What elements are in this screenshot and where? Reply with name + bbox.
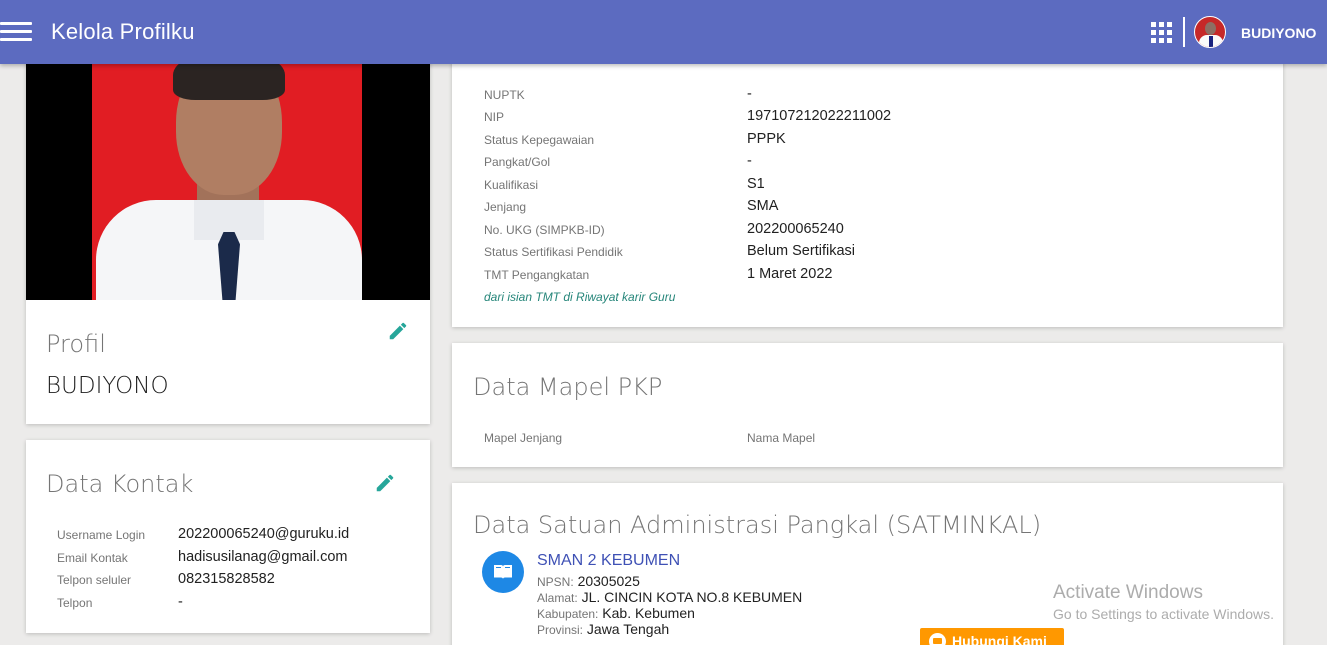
activate-windows-watermark: Activate Windows	[1053, 582, 1203, 603]
mapel-column-nama: Nama Mapel	[747, 431, 816, 445]
label-tmt: TMT Pengangkatan	[484, 268, 590, 282]
apps-grid-icon[interactable]	[1151, 22, 1172, 43]
value-no-ukg: 202200065240	[747, 221, 844, 237]
mapel-section-title: Data Mapel PKP	[473, 373, 663, 401]
label-kualifikasi: Kualifikasi	[484, 178, 539, 192]
top-app-bar: Kelola Profilku BUDIYONO	[0, 0, 1327, 64]
value-status-kepegawaian: PPPK	[747, 131, 786, 147]
edit-profile-icon[interactable]	[387, 320, 409, 342]
mapel-card: Data Mapel PKP Mapel Jenjang Nama Mapel	[452, 343, 1283, 467]
value-sertifikasi: Belum Sertifikasi	[747, 243, 855, 259]
value-jenjang: SMA	[747, 198, 779, 214]
contact-value-phone: -	[178, 594, 183, 610]
school-regency: Kabupaten: Kab. Kebumen	[537, 605, 695, 621]
school-name-link[interactable]: SMAN 2 KEBUMEN	[537, 552, 680, 570]
label-jenjang: Jenjang	[484, 200, 527, 214]
value-nip: 197107212022211002	[747, 108, 892, 124]
avatar[interactable]	[1194, 16, 1226, 48]
contact-value-email: hadisusilanag@gmail.com	[178, 549, 348, 565]
profile-section-title: Profil	[46, 330, 106, 358]
label-pangkat: Pangkat/Gol	[484, 155, 551, 169]
school-province: Provinsi: Jawa Tengah	[537, 621, 670, 637]
contact-card: Data Kontak Username Login 202200065240@…	[26, 440, 430, 633]
label-nuptk: NUPTK	[484, 88, 525, 102]
contact-value-mobile: 082315828582	[178, 571, 275, 587]
value-pangkat: -	[747, 153, 752, 169]
school-npsn: NPSN: 20305025	[537, 573, 640, 589]
value-kualifikasi: S1	[747, 176, 765, 192]
profile-name: BUDIYONO	[46, 373, 169, 399]
username-label[interactable]: BUDIYONO	[1241, 25, 1316, 41]
book-icon	[482, 551, 524, 593]
contact-label-email: Email Kontak	[57, 551, 128, 565]
label-status-kepegawaian: Status Kepegawaian	[484, 133, 595, 147]
contact-us-label: Hubungi Kami	[952, 633, 1047, 645]
school-address: Alamat: JL. CINCIN KOTA NO.8 KEBUMEN	[537, 589, 803, 605]
label-no-ukg: No. UKG (SIMPKB-ID)	[484, 223, 605, 237]
satminkal-section-title: Data Satuan Administrasi Pangkal (SATMIN…	[473, 511, 1042, 539]
hamburger-menu-icon[interactable]	[0, 20, 32, 44]
mail-icon	[929, 633, 946, 645]
contact-label-mobile: Telpon seluler	[57, 573, 132, 587]
label-sertifikasi: Status Sertifikasi Pendidik	[484, 245, 623, 259]
activate-windows-hint: Go to Settings to activate Windows.	[1053, 606, 1274, 622]
contact-label-phone: Telpon	[57, 596, 93, 610]
tmt-note: dari isian TMT di Riwayat karir Guru	[484, 290, 676, 304]
topbar-divider	[1183, 17, 1185, 47]
contact-section-title: Data Kontak	[46, 470, 194, 498]
value-nuptk: -	[747, 86, 752, 102]
contact-value-username: 202200065240@guruku.id	[178, 526, 350, 542]
page-title: Kelola Profilku	[51, 19, 195, 44]
label-nip: NIP	[484, 110, 505, 124]
contact-label-username: Username Login	[57, 528, 146, 542]
value-tmt: 1 Maret 2022	[747, 266, 833, 282]
contact-us-button[interactable]: Hubungi Kami	[920, 628, 1064, 645]
mapel-column-jenjang: Mapel Jenjang	[484, 431, 563, 445]
edit-contact-icon[interactable]	[374, 472, 396, 494]
